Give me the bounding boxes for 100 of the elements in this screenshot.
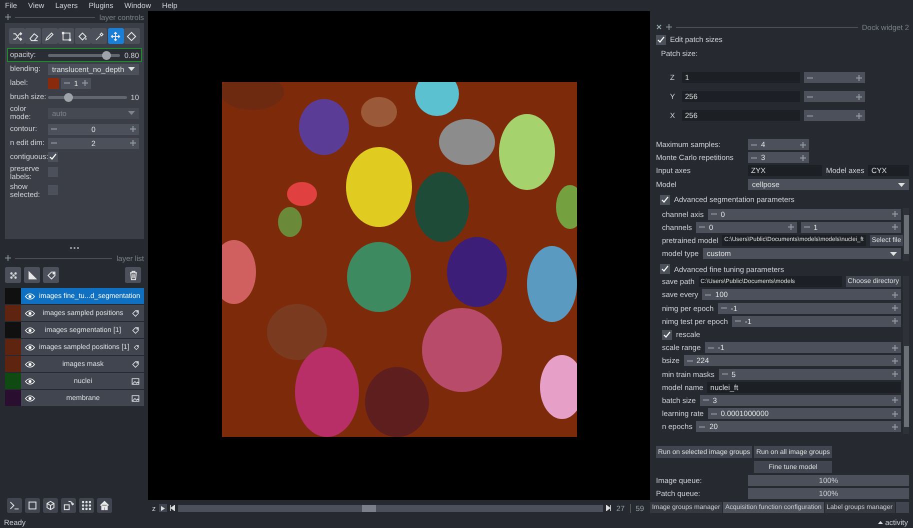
plus-icon[interactable] [856,112,862,118]
tool-button[interactable] [91,28,108,44]
eye-icon[interactable] [25,394,35,402]
plus-icon[interactable] [800,154,806,160]
close-icon[interactable] [656,24,662,30]
minus-icon[interactable] [699,224,706,230]
float-icon[interactable] [666,24,672,30]
plus-icon[interactable] [892,424,898,430]
plus-icon[interactable] [892,397,898,404]
plus-icon[interactable] [856,74,862,80]
tool-button[interactable] [58,28,74,44]
viewer-button[interactable] [79,498,94,513]
scrollbar[interactable] [903,276,909,434]
spin-box[interactable] [804,110,865,121]
caret-icon [128,67,135,71]
tool-button[interactable] [25,28,42,44]
image-icon [131,376,140,386]
minus-icon[interactable] [51,140,57,146]
eye-icon[interactable] [25,310,35,316]
checkbox[interactable] [48,152,58,162]
play-button[interactable] [158,504,167,512]
plus-icon[interactable] [788,224,794,230]
eraser-icon [28,30,39,42]
minus-icon[interactable] [708,344,714,351]
color-swatch[interactable] [48,78,59,88]
spin-box[interactable] [804,91,865,102]
minus-icon[interactable] [804,224,810,230]
eye-icon[interactable] [25,378,35,384]
step-start-icon[interactable] [170,505,175,511]
minus-icon[interactable] [720,305,727,312]
plus-icon[interactable] [892,305,898,312]
plus-icon[interactable] [892,358,898,364]
step-end-icon[interactable] [606,505,612,511]
new-layer-button[interactable] [24,267,40,283]
minus-icon[interactable] [686,358,693,364]
grid-icon [81,500,92,511]
tag-icon [131,326,140,334]
plus-icon[interactable] [892,344,898,351]
shuffle-icon [12,30,22,42]
minus-icon[interactable] [807,112,813,118]
slider-handle[interactable] [102,50,111,60]
slider-track[interactable] [48,54,120,56]
caret-icon[interactable] [878,520,884,524]
eye-icon[interactable] [25,292,35,300]
viewer-button[interactable] [43,498,58,513]
slider-track[interactable] [48,96,127,98]
float-icon[interactable] [5,255,11,261]
tool-button[interactable] [108,28,124,44]
minus-icon[interactable] [51,126,57,132]
viewer-button[interactable] [25,498,40,513]
drag-handle-icon[interactable] [70,246,79,248]
home-icon [99,500,110,511]
plus-icon[interactable] [892,410,898,417]
checkbox[interactable] [656,34,666,44]
minus-icon[interactable] [807,74,813,80]
minus-icon[interactable] [722,371,728,378]
slider-handle[interactable] [64,92,73,102]
minus-icon[interactable] [710,211,717,217]
new-layer-button[interactable] [43,267,59,283]
minus-icon[interactable] [751,154,757,160]
minus-icon[interactable] [807,94,813,100]
plus-icon[interactable] [892,224,898,230]
checkbox[interactable] [660,264,670,274]
tool-button[interactable] [9,28,25,44]
tool-button[interactable] [74,28,91,44]
plus-icon[interactable] [892,211,898,217]
tag-icon [131,360,140,368]
tool-button[interactable] [42,28,58,44]
scrollbar[interactable] [903,208,909,261]
new-layer-button[interactable] [5,267,21,283]
float-icon[interactable] [5,14,11,20]
minus-icon[interactable] [64,80,70,86]
checkbox[interactable] [662,330,672,340]
delete-button[interactable] [125,267,141,283]
checkbox[interactable] [660,194,670,204]
minus-icon[interactable] [734,318,741,324]
plus-icon[interactable] [892,318,898,324]
plus-icon[interactable] [892,371,898,378]
viewer-canvas[interactable] [148,11,650,500]
viewer-button[interactable] [61,498,76,513]
viewer-button[interactable] [7,498,22,513]
plus-icon[interactable] [130,140,136,146]
eye-icon[interactable] [25,326,35,334]
slider-track[interactable] [178,504,604,512]
image-icon [131,394,140,402]
minus-icon[interactable] [705,292,712,298]
plus-icon[interactable] [800,142,806,148]
plus-icon[interactable] [82,80,88,86]
eye-icon[interactable] [25,344,35,350]
plus-icon[interactable] [130,126,136,132]
plus-icon[interactable] [892,292,898,298]
minus-icon[interactable] [751,142,757,148]
tool-button[interactable] [124,28,140,44]
bucket-icon [77,30,88,42]
plus-icon[interactable] [856,94,862,100]
spin-box[interactable] [804,72,865,83]
minus-icon[interactable] [702,397,709,404]
slider-handle[interactable] [362,504,376,512]
eye-icon[interactable] [25,360,35,368]
viewer-button[interactable] [97,498,112,513]
